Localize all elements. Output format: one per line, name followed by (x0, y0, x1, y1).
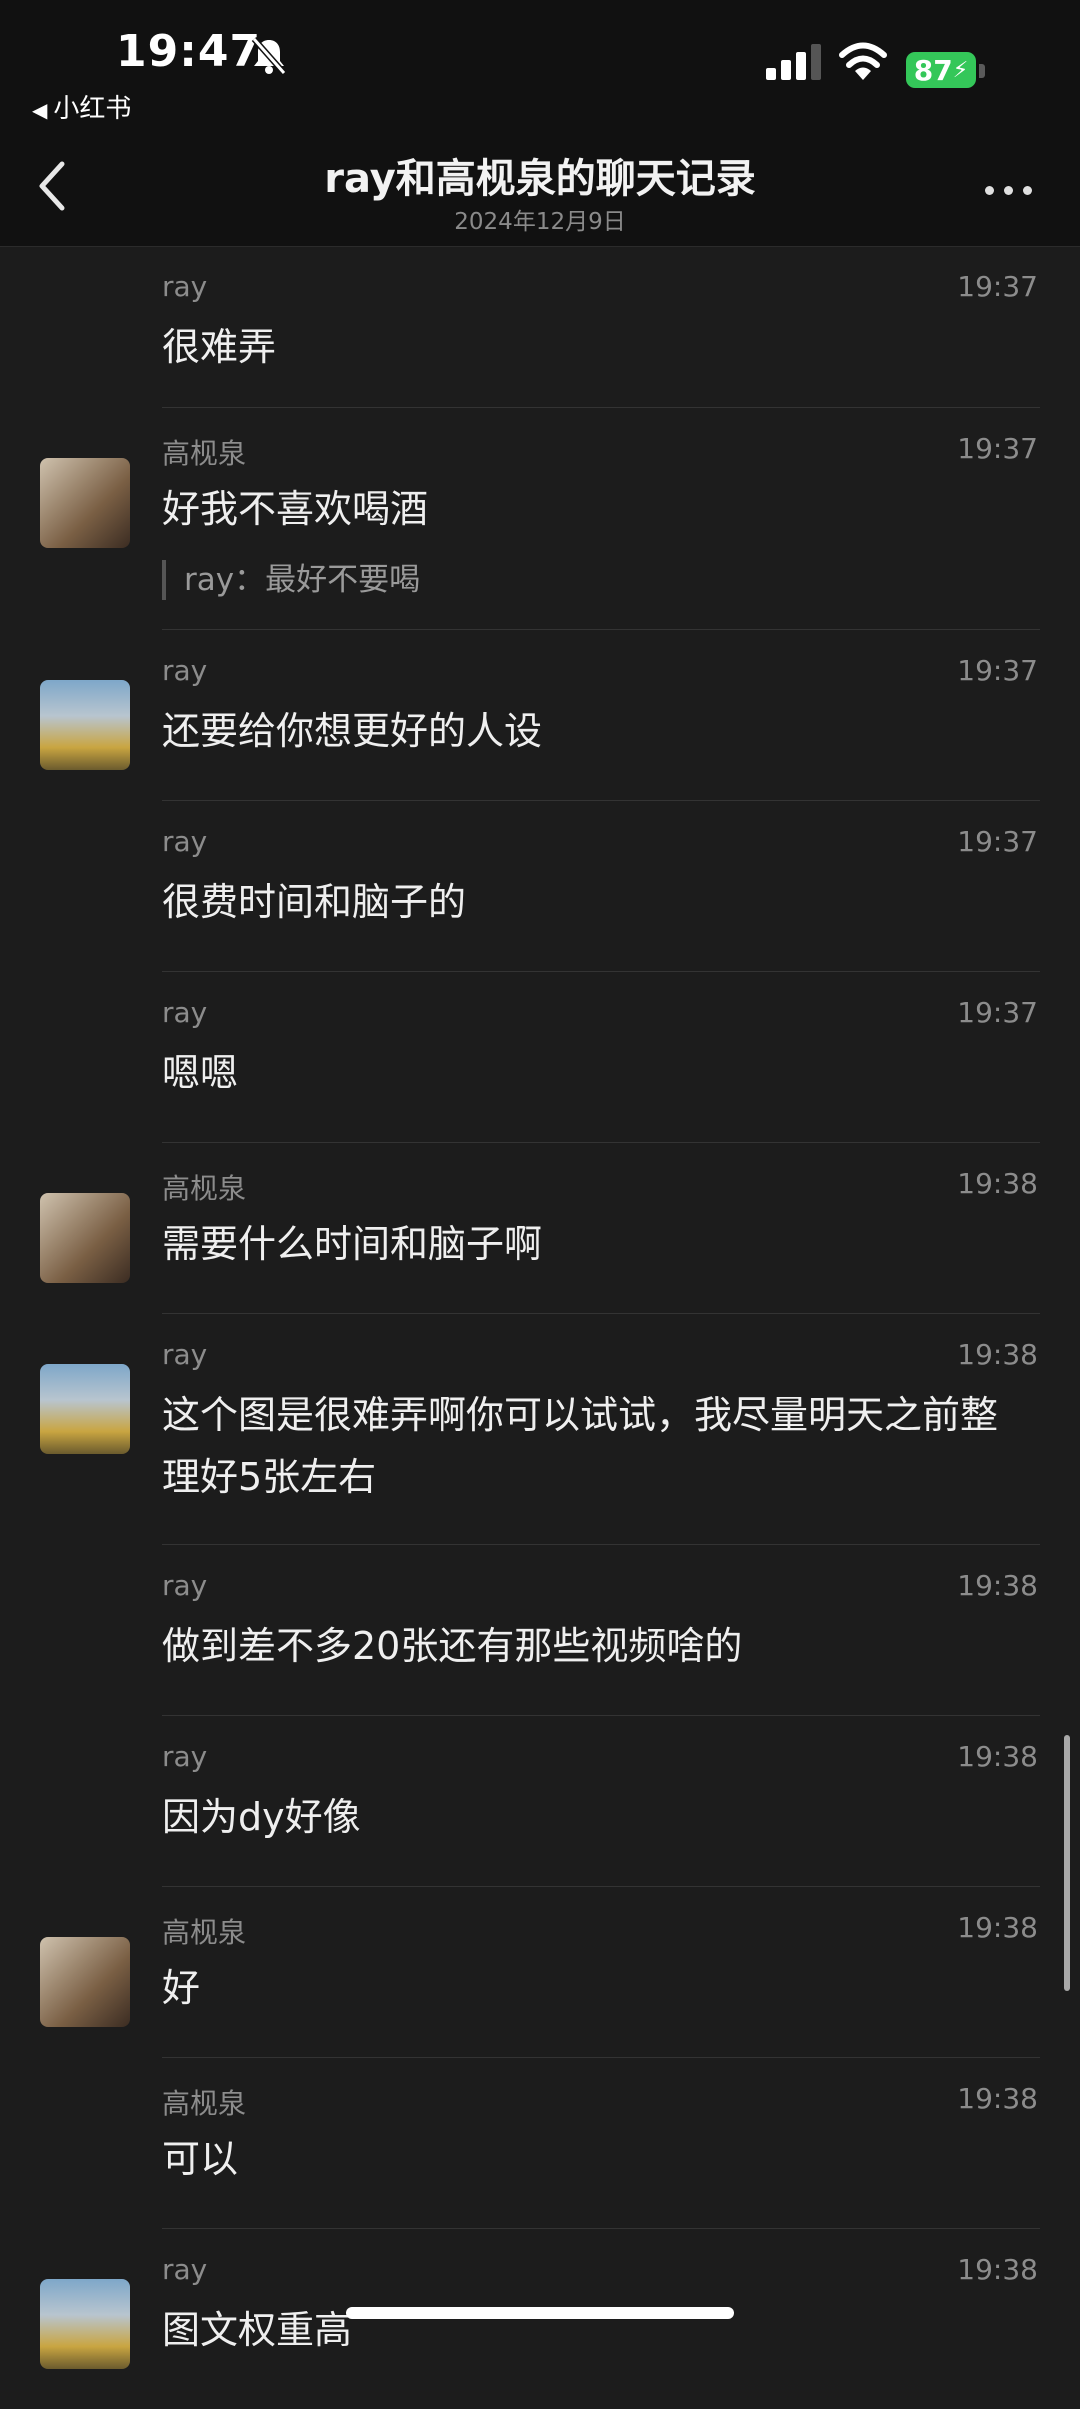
message-time: 19:38 (957, 1740, 1038, 1773)
battery-level: 87 (913, 53, 953, 87)
back-triangle-icon: ◀ (32, 98, 48, 122)
message-time: 19:38 (957, 1338, 1038, 1371)
message-text: 做到差不多20张还有那些视频啥的 (162, 1624, 743, 1668)
charging-bolt-icon: ⚡ (952, 57, 969, 83)
status-bar: 19:47 ◀ 小红书 87 ⚡ (0, 0, 1080, 124)
avatar[interactable] (40, 680, 130, 770)
scrollbar[interactable] (1064, 1735, 1070, 1991)
battery-tip (979, 64, 985, 78)
message-sender: 高枧泉 (162, 1172, 247, 1205)
message-text: 还要给你想更好的人设 (162, 709, 543, 753)
message-text: 嗯嗯 (162, 1051, 239, 1095)
message-text: 可以 (162, 2137, 239, 2181)
message-item: ray 19:37 还要给你想更好的人设 (0, 630, 1080, 801)
message-item: 高枧泉 19:37 好我不喜欢喝酒 ray：最好不要喝 (0, 408, 1080, 630)
message-item: ray 19:37 很费时间和脑子的 (0, 801, 1080, 972)
message-sender: 高枧泉 (162, 437, 247, 470)
more-options-icon[interactable] (985, 186, 1032, 195)
message-text: 好 (162, 1966, 201, 2010)
message-text: 很难弄 (162, 325, 277, 369)
home-indicator[interactable] (346, 2307, 734, 2319)
message-time: 19:37 (957, 654, 1038, 687)
message-text: 好我不喜欢喝酒 (162, 487, 429, 531)
message-time: 19:38 (957, 2082, 1038, 2115)
message-item: ray 19:37 很难弄 (0, 246, 1080, 408)
page-subtitle-date: 2024年12月9日 (454, 209, 626, 235)
message-sender: 高枧泉 (162, 1916, 247, 1949)
avatar[interactable] (40, 2279, 130, 2369)
message-text: 需要什么时间和脑子啊 (162, 1222, 543, 1266)
wifi-icon (839, 42, 887, 80)
message-time: 19:37 (957, 825, 1038, 858)
message-list: ray 19:37 很难弄 高枧泉 19:37 好我不喜欢喝酒 ray：最好不要… (0, 246, 1080, 2409)
message-item: ray 19:38 图文权重高 (0, 2229, 1080, 2409)
message-item: 高枧泉 19:38 可以 (0, 2058, 1080, 2229)
bell-muted-icon (251, 37, 287, 75)
cellular-signal-icon (766, 44, 821, 80)
status-time: 19:47 (116, 26, 262, 77)
message-sender: ray (162, 270, 208, 303)
message-sender: ray (162, 825, 208, 858)
message-time: 19:38 (957, 2253, 1038, 2286)
message-sender: 高枧泉 (162, 2087, 247, 2120)
message-time: 19:38 (957, 1911, 1038, 1944)
message-sender: ray (162, 2253, 208, 2286)
avatar[interactable] (40, 1193, 130, 1283)
message-sender: ray (162, 1338, 208, 1371)
message-text: 很费时间和脑子的 (162, 880, 467, 924)
message-item: ray 19:38 这个图是很难弄啊你可以试试，我尽量明天之前整理好5张左右 (0, 1314, 1080, 1545)
message-item: ray 19:38 因为dy好像 (0, 1716, 1080, 1887)
avatar[interactable] (40, 1937, 130, 2027)
message-time: 19:38 (957, 1569, 1038, 1602)
battery-indicator: 87 ⚡ (906, 52, 976, 88)
message-time: 19:37 (957, 996, 1038, 1029)
message-sender: ray (162, 996, 208, 1029)
message-item: 高枧泉 19:38 好 (0, 1887, 1080, 2058)
message-sender: ray (162, 1569, 208, 1602)
message-text: 因为dy好像 (162, 1795, 361, 1839)
message-time: 19:37 (957, 270, 1038, 303)
message-item: ray 19:38 做到差不多20张还有那些视频啥的 (0, 1545, 1080, 1716)
message-sender: ray (162, 654, 208, 687)
avatar[interactable] (40, 1364, 130, 1454)
message-sender: ray (162, 1740, 208, 1773)
message-item: 高枧泉 19:38 需要什么时间和脑子啊 (0, 1143, 1080, 1314)
message-text: 这个图是很难弄啊你可以试试，我尽量明天之前整理好5张左右 (162, 1393, 999, 1499)
message-time: 19:38 (957, 1167, 1038, 1200)
nav-bar: ray和高枧泉的聊天记录 2024年12月9日 (0, 120, 1080, 247)
quoted-reply[interactable]: ray：最好不要喝 (162, 560, 420, 600)
message-item: ray 19:37 嗯嗯 (0, 972, 1080, 1143)
page-title: ray和高枧泉的聊天记录 (324, 156, 756, 202)
message-time: 19:37 (957, 432, 1038, 465)
avatar[interactable] (40, 458, 130, 548)
